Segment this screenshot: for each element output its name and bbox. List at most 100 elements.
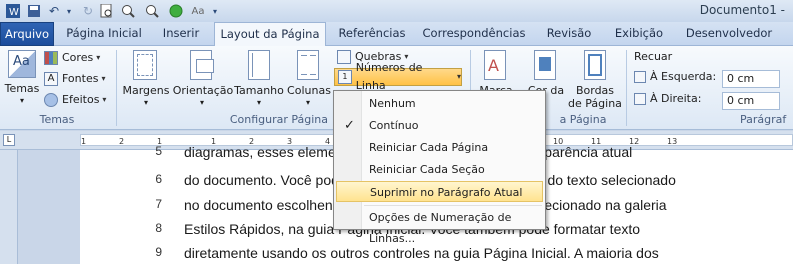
page-borders-icon — [584, 50, 606, 80]
paragrafo-group-label: Parágraf — [740, 113, 787, 126]
indent-left-icon — [634, 71, 646, 83]
themes-icon: Aa — [8, 50, 36, 78]
menu-item-label: Suprimir no Parágrafo Atual — [370, 186, 523, 199]
tab-selector-icon[interactable]: L — [3, 134, 15, 146]
recuar-esquerda-row: À Esquerda: — [634, 68, 716, 86]
menu-item-label: Nenhum — [369, 97, 416, 110]
size-icon — [248, 50, 270, 80]
line-number: 7 — [155, 197, 162, 211]
save-icon[interactable] — [26, 3, 42, 19]
tab-layout-da-pagina[interactable]: Layout da Página — [214, 22, 326, 47]
zoom-in-icon[interactable] — [120, 3, 136, 19]
ruler-number: 13 — [667, 137, 678, 146]
chevron-down-icon: ▾ — [305, 98, 310, 107]
checkmark-icon: ✓ — [344, 118, 355, 133]
tab-revisao[interactable]: Revisão — [536, 22, 602, 46]
efeitos-button[interactable]: Efeitos ▾ — [44, 91, 106, 109]
orientation-icon — [190, 50, 214, 80]
fonts-icon: A — [44, 72, 58, 86]
menu-item-suprimir-no-paragrafo-atual[interactable]: Suprimir no Parágrafo Atual — [336, 181, 543, 202]
line-numbers-menu: Nenhum ✓ Contínuo Reiniciar Cada Página … — [333, 90, 546, 245]
vertical-ruler[interactable] — [0, 150, 18, 264]
plano-de-fundo-group-label: a Página — [559, 113, 607, 126]
tamanho-label: Tamanho — [234, 84, 284, 97]
indent-right-icon — [634, 93, 646, 105]
colors-icon — [44, 51, 58, 65]
line-number: 6 — [155, 172, 162, 186]
recuar-direita-row: À Direita: — [634, 90, 701, 108]
fontes-button[interactable]: A Fontes ▾ — [44, 70, 105, 88]
menu-item-reiniciar-cada-pagina[interactable]: Reiniciar Cada Página — [336, 137, 543, 158]
menu-separator — [364, 205, 542, 206]
window-title: Documento1 - — [699, 3, 785, 17]
direita-label: À Direita: — [650, 92, 702, 105]
line-number: 5 — [155, 144, 162, 158]
margins-icon — [133, 50, 157, 80]
menu-item-continuo[interactable]: ✓ Contínuo — [336, 115, 543, 136]
ruler-number: 2 — [119, 137, 125, 146]
font-size-icon[interactable]: Aa — [188, 3, 208, 19]
effects-icon — [44, 93, 58, 107]
tab-arquivo[interactable]: Arquivo — [0, 22, 54, 46]
zoom-out-icon[interactable] — [144, 3, 160, 19]
temas-label: Temas — [4, 82, 40, 95]
chevron-down-icon: ▾ — [96, 53, 101, 62]
chevron-down-icon: ▾ — [101, 74, 106, 83]
chevron-down-icon: ▾ — [456, 72, 461, 81]
fontes-label: Fontes — [62, 72, 99, 85]
line-number: 8 — [155, 221, 162, 235]
undo-dropdown-icon[interactable]: ▾ — [64, 3, 74, 19]
customize-qat-icon[interactable]: ▾ — [210, 3, 220, 19]
tab-correspondencias[interactable]: Correspondências — [416, 22, 532, 46]
menu-item-reiniciar-cada-secao[interactable]: Reiniciar Cada Seção — [336, 159, 543, 180]
bordas-label: Bordas — [575, 84, 615, 97]
columns-icon — [297, 50, 319, 80]
tab-exibicao[interactable]: Exibição — [604, 22, 674, 46]
indent-right-input[interactable]: 0 cm — [722, 92, 780, 110]
menu-item-label: Contínuo — [369, 119, 419, 132]
tab-desenvolvedor[interactable]: Desenvolvedor — [678, 22, 780, 46]
tab-referencias[interactable]: Referências — [330, 22, 414, 46]
indent-left-input[interactable]: 0 cm — [722, 70, 780, 88]
breaks-icon — [337, 50, 351, 64]
group-separator — [116, 50, 117, 126]
ribbon-tab-row: Arquivo Página Inicial Inserir Layout da… — [0, 22, 793, 47]
print-preview-icon[interactable] — [98, 3, 114, 19]
configurar-pagina-group-label: Configurar Página — [229, 113, 328, 126]
svg-text:W: W — [9, 7, 19, 18]
chevron-down-icon: ▾ — [256, 98, 261, 107]
cores-button[interactable]: Cores ▾ — [44, 49, 100, 67]
ruler-number: 1 — [81, 137, 87, 146]
menu-item-label: Reiniciar Cada Seção — [369, 163, 485, 176]
undo-icon[interactable]: ↶ — [46, 3, 62, 19]
menu-item-label: Reiniciar Cada Página — [369, 141, 489, 154]
recuar-label: Recuar — [634, 50, 673, 63]
colunas-label: Colunas — [287, 84, 331, 97]
esquerda-label: À Esquerda: — [650, 70, 717, 83]
line-text: diretamente usando os outros controles n… — [184, 245, 659, 261]
line-number: 9 — [155, 245, 162, 259]
tab-inserir[interactable]: Inserir — [152, 22, 210, 46]
chevron-down-icon: ▾ — [199, 98, 204, 107]
chevron-down-icon: ▾ — [19, 96, 24, 105]
chevron-down-icon: ▾ — [102, 95, 107, 104]
line-numbers-icon: 1 — [338, 70, 352, 84]
menu-item-opcoes-de-numeracao[interactable]: Opções de Numeração de Linhas... — [336, 207, 543, 245]
redo-icon[interactable]: ↻ — [80, 3, 96, 19]
watermark-icon: A — [484, 50, 506, 80]
numeros-de-linha-button[interactable]: 1 Números de Linha ▾ — [334, 61, 462, 92]
margens-label: Margens — [122, 84, 170, 97]
menu-item-nenhum[interactable]: Nenhum — [336, 93, 543, 114]
bordas-label-2: de Página — [568, 97, 622, 110]
orientacao-label: Orientação — [172, 84, 234, 97]
cores-label: Cores — [62, 51, 94, 64]
title-bar: W ↶ ▾ ↻ Aa ▾ Documento1 - — [0, 0, 793, 22]
page-color-icon — [534, 50, 556, 80]
green-circle-icon[interactable] — [168, 3, 184, 19]
temas-group-label: Temas — [39, 113, 75, 126]
chevron-down-icon: ▾ — [143, 98, 148, 107]
word-logo-icon[interactable]: W — [4, 3, 22, 19]
tab-pagina-inicial[interactable]: Página Inicial — [60, 22, 148, 46]
group-separator — [626, 50, 627, 126]
efeitos-label: Efeitos — [62, 93, 100, 106]
